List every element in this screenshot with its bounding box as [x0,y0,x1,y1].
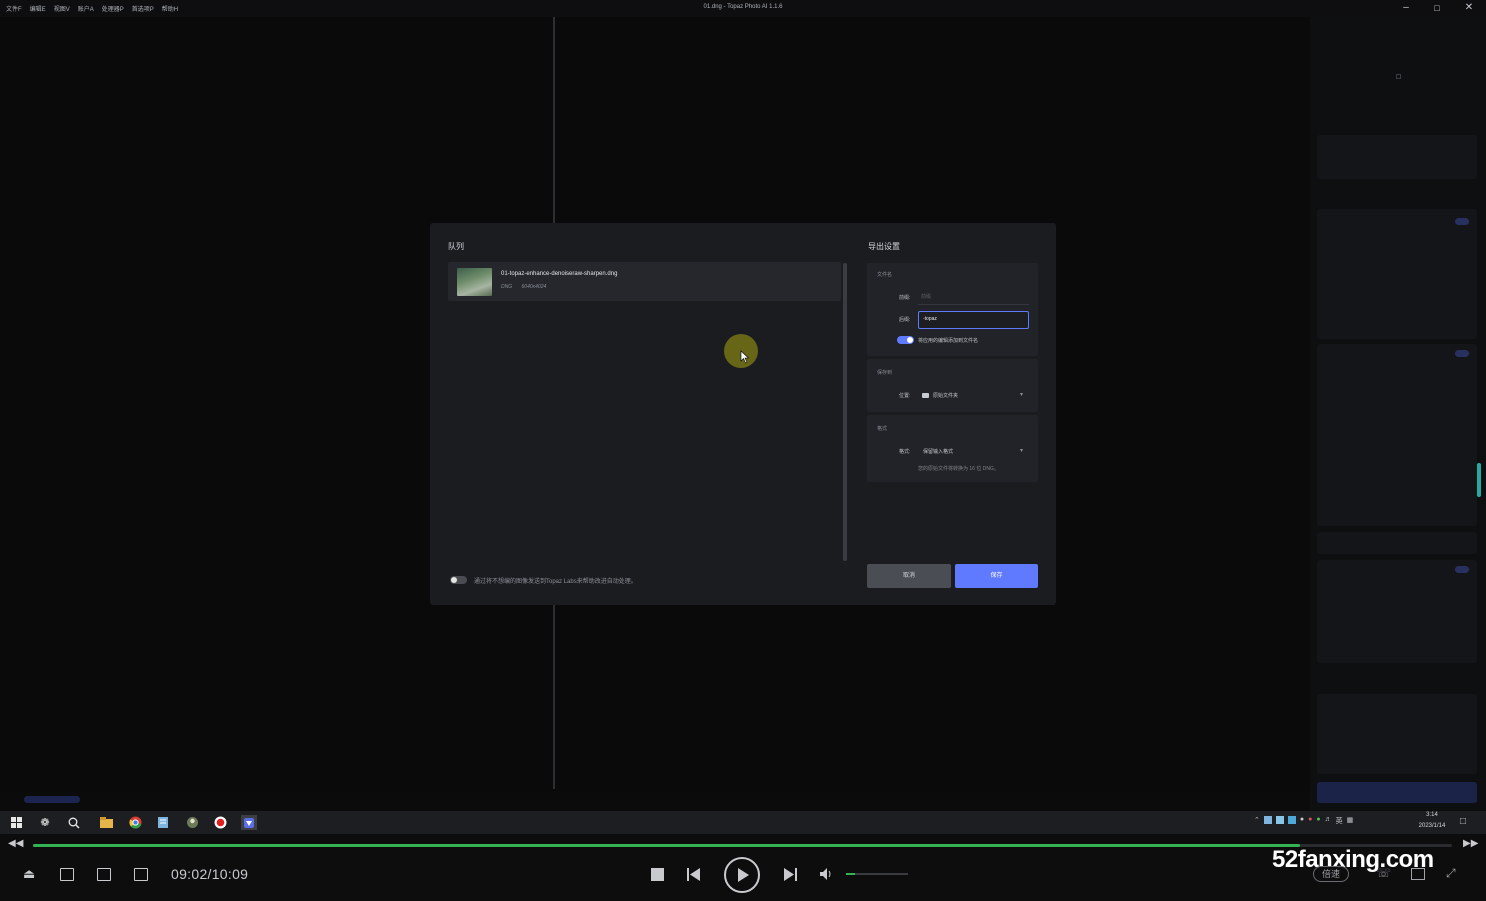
status-progress [24,796,80,803]
auto-improve-toggle[interactable] [450,576,467,584]
speed-button[interactable]: 倍速 [1313,866,1349,882]
prefix-input[interactable]: 前缀 [918,290,1029,305]
fan-icon[interactable]: ❁ [37,815,53,830]
folder-icon [922,392,929,398]
output-size-panel [1317,694,1477,774]
play-button[interactable] [724,857,760,893]
format-value: 保留输入格式 [923,448,954,455]
save-button[interactable]: 保存 [955,564,1038,588]
playback-time: 09:02/10:09 [171,866,249,882]
topaz-icon[interactable] [241,815,257,830]
tray-expand-icon[interactable]: ⌃ [1254,816,1260,826]
tray-app-icon[interactable] [1263,816,1272,824]
play-icon [738,868,749,882]
notification-icon[interactable]: □ [1460,816,1466,827]
suffix-label: 后缀: [899,317,911,323]
format-select[interactable]: 保留输入格式 ▾ [918,444,1029,458]
playlist-icon[interactable] [1411,868,1425,880]
cancel-button[interactable]: 取消 [867,564,951,588]
volume-level [846,873,855,875]
picture-in-picture-icon[interactable] [97,868,111,881]
tray-keyboard-icon[interactable]: ▦ [1347,816,1354,826]
format-card-title: 格式 [877,426,888,432]
filename-card-title: 文件名 [877,272,893,278]
location-select[interactable]: 原始文件夹 ▾ [918,388,1029,402]
fullscreen-icon[interactable]: ⤢ [1446,866,1456,881]
face-recovery-panel [1317,532,1477,554]
location-label: 位置: [899,393,911,399]
clock-date[interactable]: 2023/1/14 [1412,823,1452,829]
chevron-down-icon: ▾ [1019,392,1023,398]
queue-item-dimensions: 6040x4024 [521,284,547,290]
previous-icon[interactable] [686,867,702,882]
format-label: 格式: [899,449,911,455]
next-icon[interactable] [782,867,798,882]
tray-app-icon[interactable]: ● [1308,816,1312,826]
minimize-icon[interactable]: – [1399,2,1413,14]
queue-thumbnail [457,268,492,296]
navigator-marker [1396,74,1401,79]
close-icon[interactable]: ✕ [1462,2,1476,14]
queue-item-filename: 01-topaz-enhance-denoiseraw-sharpen.dng [501,271,618,277]
fast-forward-icon[interactable]: ▶▶ [1463,838,1478,849]
window-title: 01.dng - Topaz Photo AI 1.1.6 [703,4,783,10]
tray-wechat-icon[interactable]: ● [1316,816,1320,826]
save-image-button[interactable] [1317,782,1477,803]
upscale-toggle[interactable] [1455,566,1469,573]
suffix-input[interactable]: -topaz [918,311,1029,329]
right-panel-scrollbar[interactable] [1477,463,1481,497]
sharpen-panel [1317,344,1477,526]
search-icon[interactable] [66,815,82,830]
auto-improve-label: 通过将不想编的图像发送到Topaz Labs来帮助改进自动处理。 [474,579,637,585]
eject-icon[interactable]: ⏏ [23,866,35,882]
seek-bar-progress [33,844,1300,847]
tray-mic-icon[interactable]: ● [1300,816,1304,826]
mouse-cursor-icon [740,350,750,364]
settings-icon[interactable]: ☏ [1376,866,1391,880]
queue-item-format: DNG [501,284,513,290]
system-tray: ⌃ ● ● ● ♬ 英 ▦ [1254,816,1353,826]
rewind-icon[interactable]: ◀◀ [8,838,23,849]
chevron-down-icon: ▾ [1019,448,1023,454]
export-settings-title: 导出设置 [868,242,900,251]
raw-denoise-panel [1317,209,1477,339]
raw-denoise-toggle[interactable] [1455,218,1469,225]
volume-icon[interactable] [819,867,833,881]
upscale-panel [1317,560,1477,663]
chrome-icon[interactable] [127,815,143,830]
prefix-label: 前缀: [899,295,911,301]
tray-app-icon[interactable] [1275,816,1284,824]
stop-icon[interactable] [651,868,664,881]
status-bar [0,791,1310,810]
apply-edits-label: 将应用的编辑添加到文件名 [918,338,979,344]
autopilot-panel [1317,135,1477,179]
apply-edits-toggle[interactable] [897,336,914,344]
maximize-icon[interactable]: □ [1430,2,1444,14]
volume-slider[interactable] [846,873,908,875]
saveto-card [867,359,1038,412]
location-value: 原始文件夹 [933,392,959,399]
watermark: 52fanxing.com [1272,846,1434,873]
start-icon[interactable] [8,815,24,830]
file-explorer-icon[interactable] [98,815,114,830]
cast-icon[interactable] [134,868,148,881]
screenshot-icon[interactable] [60,868,74,881]
tray-app-icon[interactable] [1287,816,1296,824]
format-note: 您的原始文件将转换为 16 位 DNG。 [918,466,999,472]
saveto-card-title: 保存到 [877,370,893,376]
queue-item[interactable] [448,262,841,301]
queue-scrollbar[interactable] [843,263,847,561]
queue-item-meta: DNG 6040x4024 [501,284,546,290]
tray-volume-icon[interactable]: ♬ [1325,816,1332,826]
app-icon[interactable] [184,815,200,830]
sharpen-toggle[interactable] [1455,350,1469,357]
tray-language[interactable]: 英 [1336,816,1343,826]
clock-time[interactable]: 3:14 [1414,812,1450,818]
notepad-icon[interactable] [155,815,171,830]
queue-title: 队列 [448,242,464,251]
record-icon[interactable] [212,815,228,830]
